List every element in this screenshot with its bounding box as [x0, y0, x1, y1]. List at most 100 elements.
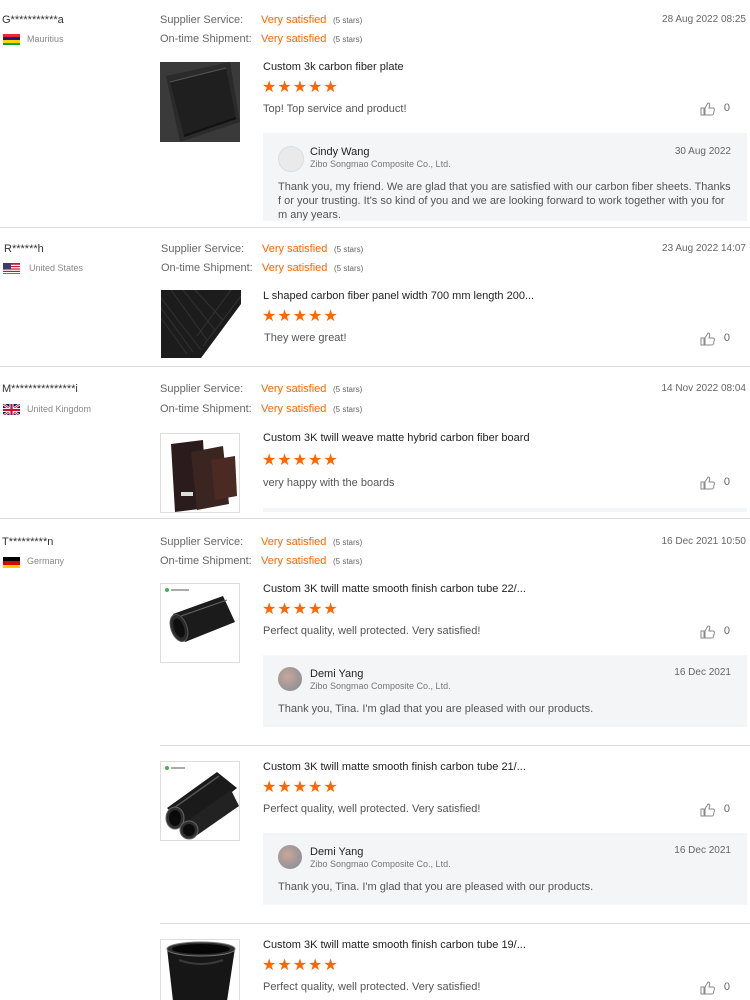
divider — [160, 745, 750, 746]
like-button[interactable]: 0 — [700, 476, 730, 490]
reviewer-country: Germany — [27, 556, 65, 566]
like-count: 0 — [723, 476, 730, 488]
supplier-service-label: Supplier Service: — [160, 14, 244, 26]
reply-author: Demi Yang — [310, 668, 364, 680]
product-image[interactable] — [160, 62, 240, 142]
ontime-shipment-label: On-time Shipment: — [161, 262, 253, 274]
thumbs-up-icon — [700, 102, 715, 116]
ontime-shipment-value: Very satisfied — [261, 555, 327, 567]
review-date: 28 Aug 2022 08:25 — [662, 14, 746, 25]
germany-flag-icon — [3, 556, 20, 568]
reply-company: Zibo Songmao Composite Co., Ltd. — [310, 159, 451, 169]
ontime-shipment-label: On-time Shipment: — [160, 33, 252, 45]
ontime-shipment-stars: (5 stars) — [333, 35, 363, 44]
reviewer-country: United Kingdom — [27, 404, 92, 414]
product-title[interactable]: Custom 3K twill matte smooth finish carb… — [263, 761, 526, 773]
review-text: Perfect quality, well protected. Very sa… — [263, 803, 481, 815]
like-count: 0 — [723, 981, 730, 993]
reviewer-country: United States — [29, 263, 84, 273]
product-title[interactable]: Custom 3k carbon fiber plate — [263, 61, 404, 73]
supplier-service-label: Supplier Service: — [160, 536, 244, 548]
review-date: 23 Aug 2022 14:07 — [662, 243, 746, 254]
like-button[interactable]: 0 — [700, 803, 730, 817]
supplier-service-value: Very satisfied — [261, 14, 327, 26]
avatar — [278, 845, 302, 869]
supplier-service-label: Supplier Service: — [161, 243, 245, 255]
rating-stars-icon: ★★★★★ — [262, 779, 339, 796]
thumbs-up-icon — [700, 981, 715, 995]
rating-stars-icon: ★★★★★ — [262, 79, 339, 96]
reviewer-name: M***************i — [2, 383, 78, 395]
seller-reply: Cindy Wang Zibo Songmao Composite Co., L… — [263, 133, 747, 221]
supplier-service-value: Very satisfied — [261, 536, 327, 548]
product-title[interactable]: Custom 3K twill matte smooth finish carb… — [263, 583, 526, 595]
product-title[interactable]: L shaped carbon fiber panel width 700 mm… — [263, 290, 534, 302]
reply-date: 16 Dec 2021 — [674, 845, 731, 856]
seller-reply: Demi Yang Zibo Songmao Composite Co., Lt… — [263, 655, 747, 727]
rating-stars-icon: ★★★★★ — [262, 957, 339, 974]
reply-text: Thank you, my friend. We are glad that y… — [278, 181, 731, 221]
like-count: 0 — [723, 332, 730, 344]
review-date: 16 Dec 2021 10:50 — [661, 536, 746, 547]
product-image[interactable] — [160, 433, 240, 513]
divider — [160, 923, 750, 924]
thumbs-up-icon — [700, 625, 715, 639]
thumbs-up-icon — [700, 476, 715, 490]
thumbs-up-icon — [700, 803, 715, 817]
product-title[interactable]: Custom 3K twill weave matte hybrid carbo… — [263, 432, 530, 444]
product-image[interactable] — [160, 939, 240, 1000]
thumbs-up-icon — [700, 332, 715, 346]
supplier-service-value: Very satisfied — [261, 383, 327, 395]
divider — [0, 518, 750, 519]
reply-author: Cindy Wang — [310, 146, 370, 158]
review-text: very happy with the boards — [263, 477, 395, 489]
like-count: 0 — [723, 625, 730, 637]
review-text: They were great! — [264, 332, 347, 344]
ontime-shipment-stars: (5 stars) — [333, 557, 363, 566]
ontime-shipment-label: On-time Shipment: — [160, 555, 252, 567]
reply-company: Zibo Songmao Composite Co., Ltd. — [310, 681, 451, 691]
product-image[interactable] — [160, 583, 240, 663]
supplier-service-stars: (5 stars) — [334, 245, 364, 254]
like-button[interactable]: 0 — [700, 981, 730, 995]
ontime-shipment-stars: (5 stars) — [333, 405, 363, 414]
reply-company: Zibo Songmao Composite Co., Ltd. — [310, 859, 451, 869]
usa-flag-icon — [3, 262, 20, 274]
reply-text: Thank you, Tina. I'm glad that you are p… — [278, 881, 594, 893]
product-title[interactable]: Custom 3K twill matte smooth finish carb… — [263, 939, 526, 951]
supplier-service-label: Supplier Service: — [160, 383, 244, 395]
supplier-service-stars: (5 stars) — [333, 385, 363, 394]
supplier-service-stars: (5 stars) — [333, 538, 363, 547]
like-count: 0 — [723, 803, 730, 815]
reply-date: 16 Dec 2021 — [674, 667, 731, 678]
reviewer-name: G***********a — [2, 14, 64, 26]
divider — [0, 227, 750, 228]
supplier-service-value: Very satisfied — [262, 243, 328, 255]
mauritius-flag-icon — [3, 33, 20, 45]
reply-edge — [263, 508, 747, 512]
reply-date: 30 Aug 2022 — [674, 146, 731, 157]
ontime-shipment-value: Very satisfied — [262, 262, 328, 274]
uk-flag-icon — [3, 403, 20, 415]
ontime-shipment-value: Very satisfied — [261, 33, 327, 45]
review-text: Perfect quality, well protected. Very sa… — [263, 625, 481, 637]
reply-author: Demi Yang — [310, 846, 364, 858]
product-image[interactable] — [160, 761, 240, 841]
rating-stars-icon: ★★★★★ — [262, 452, 339, 469]
ontime-shipment-stars: (5 stars) — [334, 264, 364, 273]
like-button[interactable]: 0 — [700, 102, 730, 116]
ontime-shipment-label: On-time Shipment: — [160, 403, 252, 415]
reviewer-name: T*********n — [2, 536, 54, 548]
product-image[interactable] — [161, 290, 241, 358]
review-text: Top! Top service and product! — [263, 103, 407, 115]
like-count: 0 — [723, 102, 730, 114]
reply-text: Thank you, Tina. I'm glad that you are p… — [278, 703, 594, 715]
like-button[interactable]: 0 — [700, 625, 730, 639]
reviewer-name: R******h — [4, 243, 44, 255]
reviewer-country: Mauritius — [27, 34, 64, 44]
review-date: 14 Nov 2022 08:04 — [661, 383, 746, 394]
avatar — [278, 667, 302, 691]
review-text: Perfect quality, well protected. Very sa… — [263, 981, 481, 993]
like-button[interactable]: 0 — [700, 332, 730, 346]
seller-reply: Demi Yang Zibo Songmao Composite Co., Lt… — [263, 833, 747, 905]
